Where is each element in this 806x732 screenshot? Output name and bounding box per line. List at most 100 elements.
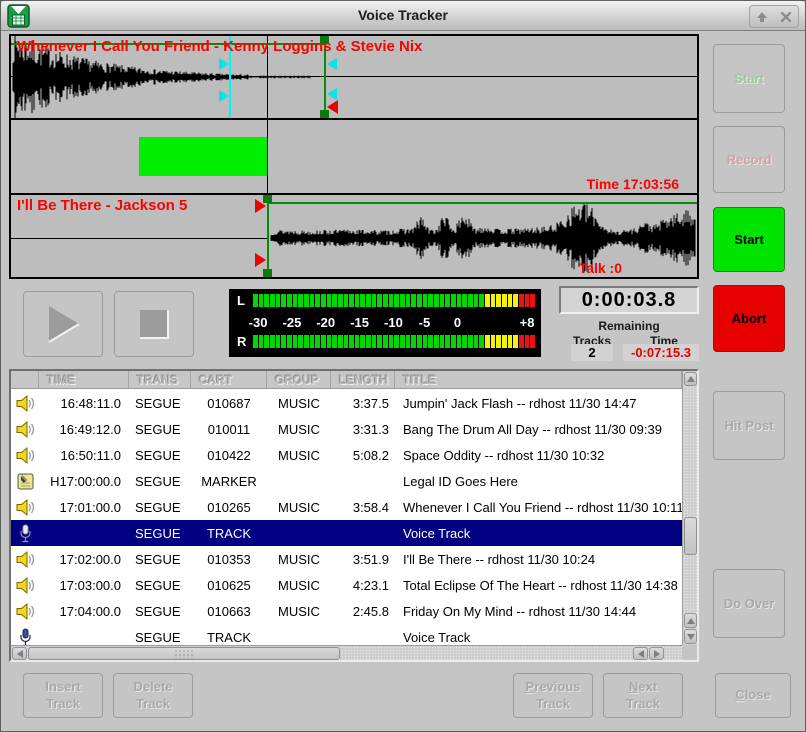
log-row[interactable]: H17:00:00.0SEGUEMARKERLegal ID Goes Here <box>11 468 682 494</box>
wall-clock-label: Time 17:03:56 <box>587 176 679 192</box>
log-cell: 010422 <box>191 448 267 463</box>
log-cell-icon <box>11 395 39 412</box>
log-row-selected[interactable]: SEGUETRACKVoice Track <box>11 520 682 546</box>
voice-track-block[interactable] <box>139 137 268 176</box>
record-button[interactable]: Record <box>713 126 785 193</box>
track2-start-line[interactable] <box>267 195 269 277</box>
log-cell: Whenever I Call You Friend -- rdhost 11/… <box>395 500 682 515</box>
speaker-icon <box>16 421 35 438</box>
log-cell: MUSIC <box>267 422 331 437</box>
close-button[interactable]: Close <box>715 673 791 718</box>
log-cell: 010663 <box>191 604 267 619</box>
segue-cue-marker-icon[interactable] <box>327 58 337 70</box>
log-row[interactable]: 17:02:00.0SEGUE010353MUSIC3:51.9I'll Be … <box>11 546 682 572</box>
insert-track-button[interactable]: InsertTrack <box>23 673 103 718</box>
play-cursor-marker-icon[interactable] <box>219 58 229 70</box>
voice-tracker-window: Voice Tracker Whenever I Call Y <box>0 0 806 732</box>
log-cell: 17:02:00.0 <box>39 552 129 567</box>
scroll-right-icon[interactable] <box>649 647 664 660</box>
delete-track-button[interactable]: DeleteTrack <box>113 673 193 718</box>
scroll-left-icon[interactable] <box>633 647 648 660</box>
track1-title: Whenever I Call You Friend - Kenny Loggi… <box>17 38 422 55</box>
horizontal-scroll-thumb[interactable] <box>28 647 340 660</box>
segue-cue-marker-icon[interactable] <box>327 88 337 100</box>
scroll-up-icon[interactable] <box>684 372 697 386</box>
speaker-icon <box>16 551 35 568</box>
button-label: PreviousTrack <box>526 679 581 712</box>
titlebar[interactable]: Voice Tracker <box>1 1 805 31</box>
segue-handle-icon[interactable] <box>320 35 329 44</box>
abort-button[interactable]: Abort <box>713 285 785 352</box>
start-track2-button[interactable]: Start <box>713 207 785 272</box>
log-body[interactable]: 16:48:11.0SEGUE010687MUSIC3:37.5Jumpin' … <box>11 390 682 645</box>
next-track-button[interactable]: NextTrack <box>603 673 683 718</box>
column-header-group[interactable]: GROUP <box>267 371 331 388</box>
log-cell: 17:03:00.0 <box>39 578 129 593</box>
segue-end-marker-icon[interactable] <box>327 100 338 114</box>
track1-waveform-region[interactable]: Whenever I Call You Friend - Kenny Loggi… <box>9 34 699 120</box>
log-cell: SEGUE <box>129 422 191 437</box>
log-row[interactable]: 16:48:11.0SEGUE010687MUSIC3:37.5Jumpin' … <box>11 390 682 416</box>
do-over-button[interactable]: Do Over <box>713 569 785 638</box>
log-cell: Legal ID Goes Here <box>395 474 682 489</box>
column-header-icon[interactable] <box>11 371 39 388</box>
log-row[interactable]: SEGUETRACKVoice Track <box>11 624 682 645</box>
log-cell: 16:50:11.0 <box>39 448 129 463</box>
scroll-down-icon[interactable] <box>684 629 697 644</box>
log-row[interactable]: 17:01:00.0SEGUE010265MUSIC3:58.4Whenever… <box>11 494 682 520</box>
log-cell-icon <box>11 421 39 438</box>
log-cell: MUSIC <box>267 552 331 567</box>
log-cell: Bang The Drum All Day -- rdhost 11/30 09… <box>395 422 682 437</box>
log-cell: 010687 <box>191 396 267 411</box>
meter-tick-label: -25 <box>283 315 302 330</box>
log-row[interactable]: 17:03:00.0SEGUE010625MUSIC4:23.1Total Ec… <box>11 572 682 598</box>
stop-button[interactable] <box>114 291 194 357</box>
log-cell: 010011 <box>191 422 267 437</box>
start-track1-button[interactable]: Start <box>713 44 785 113</box>
voicetrack-region[interactable]: Time 17:03:56 <box>9 118 699 195</box>
log-cell: SEGUE <box>129 578 191 593</box>
previous-track-button[interactable]: PreviousTrack <box>513 673 593 718</box>
track2-title: I'll Be There - Jackson 5 <box>17 197 187 214</box>
elapsed-time-display: 0:00:03.8 <box>559 286 699 314</box>
track2-start-marker-icon[interactable] <box>255 253 266 267</box>
log-cell: SEGUE <box>129 474 191 489</box>
log-row[interactable]: 17:04:00.0SEGUE010663MUSIC2:45.8Friday O… <box>11 598 682 624</box>
right-meter-bar <box>253 335 535 348</box>
hit-post-button[interactable]: Hit Post <box>713 391 785 460</box>
log-cell: 16:49:12.0 <box>39 422 129 437</box>
scroll-left-icon[interactable] <box>12 647 27 660</box>
column-header-trans[interactable]: TRANS <box>129 371 191 388</box>
column-header-length[interactable]: LENGTH <box>331 371 395 388</box>
vertical-scroll-thumb[interactable] <box>684 517 697 555</box>
play-cursor-marker-icon[interactable] <box>219 90 229 102</box>
close-window-icon[interactable] <box>777 8 795 26</box>
track-start-line <box>267 120 268 193</box>
track2-waveform-region[interactable]: I'll Be There - Jackson 5 Talk :0 <box>9 193 699 279</box>
log-row[interactable]: 16:49:12.0SEGUE010011MUSIC3:31.3Bang The… <box>11 416 682 442</box>
horizontal-scrollbar[interactable] <box>11 645 682 660</box>
log-cell: 5:08.2 <box>331 448 395 463</box>
track2-waveform <box>269 195 697 277</box>
log-row[interactable]: 16:50:11.0SEGUE010422MUSIC5:08.2Space Od… <box>11 442 682 468</box>
shade-window-icon[interactable] <box>753 8 771 26</box>
log-cell-icon <box>11 473 39 490</box>
play-button[interactable] <box>23 291 103 357</box>
column-header-time[interactable]: TIME <box>39 371 129 388</box>
right-channel-label: R <box>237 334 253 349</box>
log-cell: SEGUE <box>129 396 191 411</box>
tracks-remaining-value: 2 <box>571 344 613 361</box>
vertical-scrollbar[interactable] <box>682 371 697 645</box>
log-cell-icon <box>11 551 39 568</box>
column-header-cart[interactable]: CART <box>191 371 267 388</box>
log-cell: Space Oddity -- rdhost 11/30 10:32 <box>395 448 682 463</box>
log-cell: MUSIC <box>267 604 331 619</box>
scroll-up-icon[interactable] <box>684 613 697 628</box>
track2-level-rubberband[interactable] <box>269 202 697 204</box>
log-cell: MARKER <box>191 474 267 489</box>
start-handle-icon[interactable] <box>263 194 272 203</box>
column-header-title[interactable]: TITLE <box>395 371 682 388</box>
log-cell: MUSIC <box>267 578 331 593</box>
start-handle-icon[interactable] <box>263 269 272 278</box>
log-cell: Total Eclipse Of The Heart -- rdhost 11/… <box>395 578 682 593</box>
